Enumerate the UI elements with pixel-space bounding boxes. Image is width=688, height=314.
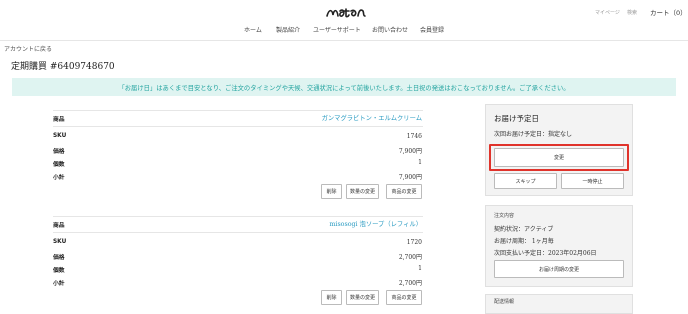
divider [53,232,423,233]
subtotal-value: 2,700円 [398,280,422,287]
brand-logo[interactable] [326,5,366,21]
shipping-panel-title: 配送情報 [494,299,515,305]
price-value: 7,900円 [398,148,422,155]
quantity-label: 個数 [53,268,65,274]
sku-value: 1746 [406,133,422,140]
price-label: 価格 [53,149,65,155]
header-divider [0,40,688,41]
change-delivery-date-button[interactable]: 変更 [494,148,624,167]
quantity-value: 1 [418,265,422,272]
next-delivery-date: 次回お届け予定日：指定なし [494,131,573,138]
subtotal-label: 小計 [53,175,65,181]
change-quantity-button[interactable]: 数量の変更 [346,184,379,199]
quantity-value: 1 [418,159,422,166]
quantity-label: 個数 [53,162,65,168]
product-name-link[interactable]: misosogi 泡ソープ（レフィル） [242,219,422,228]
search-link[interactable]: 検索 [627,9,637,16]
delivery-cycle: お届け周期： 1ヶ月毎 [494,238,554,245]
page-title: 定期購買 #6409748670 [11,62,115,72]
subtotal-value: 7,900円 [398,174,422,181]
next-payment-date: 次回支払い予定日：2023年02月06日 [494,250,597,257]
cart-link[interactable]: カート（0） [650,7,687,17]
delete-button[interactable]: 削除 [321,184,342,199]
main-nav: ホーム 製品紹介 ユーザーサポート お問い合わせ 会員登録 [0,25,688,35]
nav-products[interactable]: 製品紹介 [276,25,300,34]
product-name-link[interactable]: ガンマグラビトン・エルムクリーム [242,113,422,122]
order-panel-title: 注文内容 [494,213,515,219]
delivery-notice: 「お届け日」はあくまで目安となり、ご注文のタイミングや天候、交通状況によって前後… [12,78,676,96]
divider [53,110,423,111]
sku-value: 1720 [406,239,422,246]
price-label: 価格 [53,255,65,261]
divider [53,126,423,127]
product-header-label: 商品 [53,223,65,229]
skip-button[interactable]: スキップ [494,173,557,189]
change-delivery-cycle-button[interactable]: お届け周期の変更 [494,260,624,278]
contract-status: 契約状況：アクティブ [494,226,554,233]
nav-support[interactable]: ユーザーサポート [313,25,361,34]
sku-label: SKU [53,133,67,139]
delivery-panel-title: お届け予定日 [494,114,539,123]
mypage-link[interactable]: マイページ [595,9,620,16]
divider [53,216,423,217]
nav-register[interactable]: 会員登録 [420,25,444,34]
change-product-button[interactable]: 商品の変更 [386,184,422,199]
pause-button[interactable]: 一時停止 [561,173,624,189]
sku-label: SKU [53,239,67,245]
price-value: 2,700円 [398,254,422,261]
subtotal-label: 小計 [53,281,65,287]
product-header-label: 商品 [53,117,65,123]
nav-contact[interactable]: お問い合わせ [372,25,408,34]
back-to-account-link[interactable]: アカウントに戻る [4,44,52,53]
nav-home[interactable]: ホーム [244,25,262,34]
